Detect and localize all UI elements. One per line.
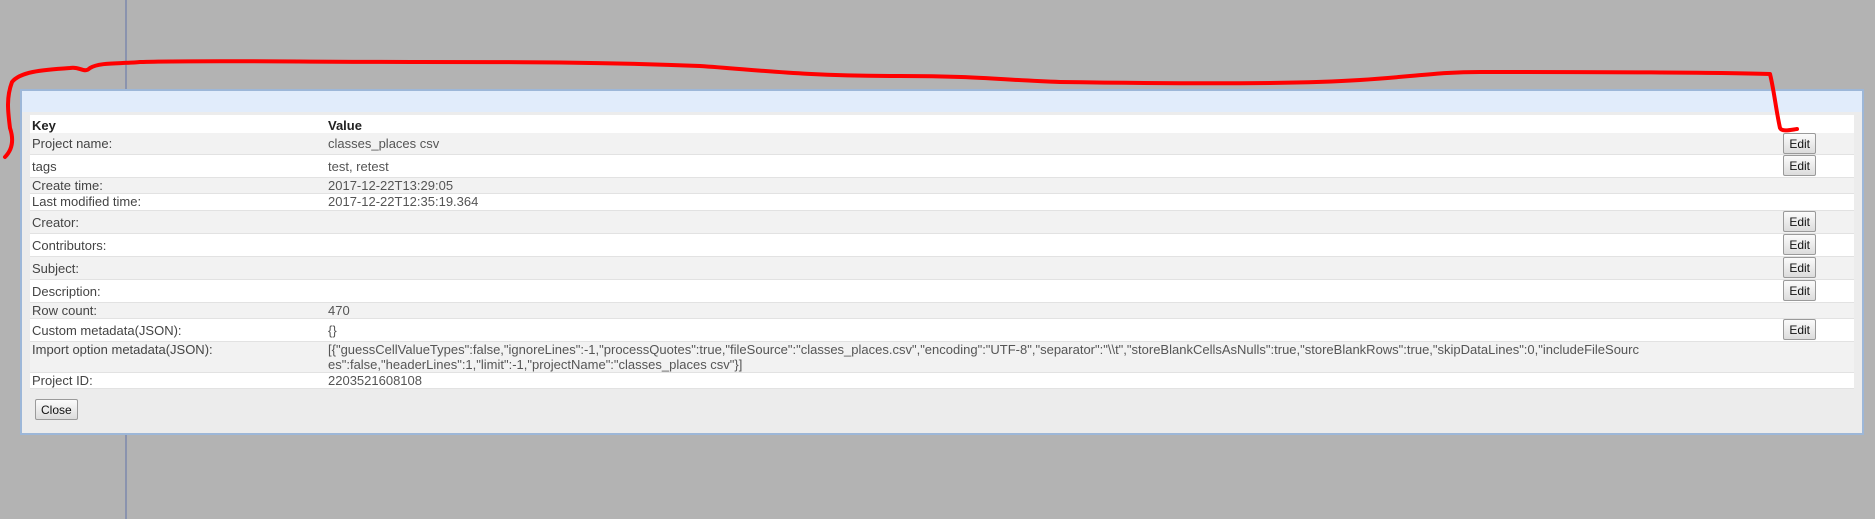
row-value: 470 <box>328 303 350 318</box>
table-row-subject: Subject: Edit <box>30 256 1854 280</box>
table-row-tags: tags test, retest Edit <box>30 155 1854 178</box>
row-key: Project ID: <box>32 373 93 388</box>
row-action-empty <box>1744 178 1854 194</box>
dialog-header <box>22 91 1862 112</box>
edit-subject-button[interactable]: Edit <box>1783 257 1816 278</box>
row-value: classes_places csv <box>328 136 440 151</box>
row-action-empty <box>1744 194 1854 211</box>
row-key: Row count: <box>32 303 98 318</box>
row-action-empty <box>1744 373 1854 389</box>
table-row-description: Description: Edit <box>30 280 1854 303</box>
edit-description-button[interactable]: Edit <box>1783 280 1816 301</box>
row-value: 2017-12-22T13:29:05 <box>328 178 454 193</box>
row-action-empty <box>1744 303 1854 319</box>
row-key: Last modified time: <box>32 194 142 209</box>
row-key: Custom metadata(JSON): <box>32 322 182 338</box>
table-row-project-name: Project name: classes_places csv Edit <box>30 133 1854 155</box>
row-key: Create time: <box>32 178 103 193</box>
project-metadata-dialog: Key Value Project name: classes_places c… <box>20 89 1864 435</box>
row-key: Project name: <box>32 136 113 151</box>
table-row-create-time: Create time: 2017-12-22T13:29:05 <box>30 177 1854 194</box>
table-row-project-id: Project ID: 2203521608108 <box>30 373 1854 389</box>
row-value <box>326 234 1744 257</box>
edit-project-name-button[interactable]: Edit <box>1783 133 1816 154</box>
dialog-footer: Close <box>35 399 1862 420</box>
row-key: Description: <box>32 283 101 299</box>
row-value: {} <box>328 322 337 338</box>
row-value: 2017-12-22T12:35:19.364 <box>328 194 479 209</box>
row-value: [{"guessCellValueTypes":false,"ignoreLin… <box>328 342 1639 372</box>
edit-tags-button[interactable]: Edit <box>1783 155 1816 176</box>
table-row-import-options: Import option metadata(JSON): [{"guessCe… <box>30 341 1854 373</box>
value-column-header: Value <box>328 117 362 133</box>
row-key: Creator: <box>32 214 79 230</box>
table-header-row: Key Value <box>30 115 1854 133</box>
metadata-table-container: Key Value Project name: classes_places c… <box>30 115 1854 389</box>
row-value: test, retest <box>328 158 389 174</box>
key-column-header: Key <box>32 117 56 133</box>
row-key: Subject: <box>32 260 79 276</box>
table-row-custom-metadata: Custom metadata(JSON): {} Edit <box>30 319 1854 342</box>
row-value <box>326 280 1744 303</box>
row-value: 2203521608108 <box>328 373 422 388</box>
row-key: tags <box>32 158 57 174</box>
metadata-table: Key Value Project name: classes_places c… <box>30 115 1854 389</box>
table-row-last-modified: Last modified time: 2017-12-22T12:35:19.… <box>30 194 1854 211</box>
row-action-empty <box>1744 342 1854 373</box>
action-column-header <box>1744 115 1854 133</box>
edit-contributors-button[interactable]: Edit <box>1783 234 1816 255</box>
row-key: Contributors: <box>32 237 107 253</box>
table-row-row-count: Row count: 470 <box>30 302 1854 319</box>
row-value <box>326 257 1744 280</box>
edit-custom-metadata-button[interactable]: Edit <box>1783 319 1816 340</box>
row-key: Import option metadata(JSON): <box>32 342 213 357</box>
table-row-creator: Creator: Edit <box>30 210 1854 234</box>
edit-creator-button[interactable]: Edit <box>1783 211 1816 232</box>
row-value <box>326 211 1744 234</box>
close-button[interactable]: Close <box>35 399 78 420</box>
table-row-contributors: Contributors: Edit <box>30 234 1854 257</box>
